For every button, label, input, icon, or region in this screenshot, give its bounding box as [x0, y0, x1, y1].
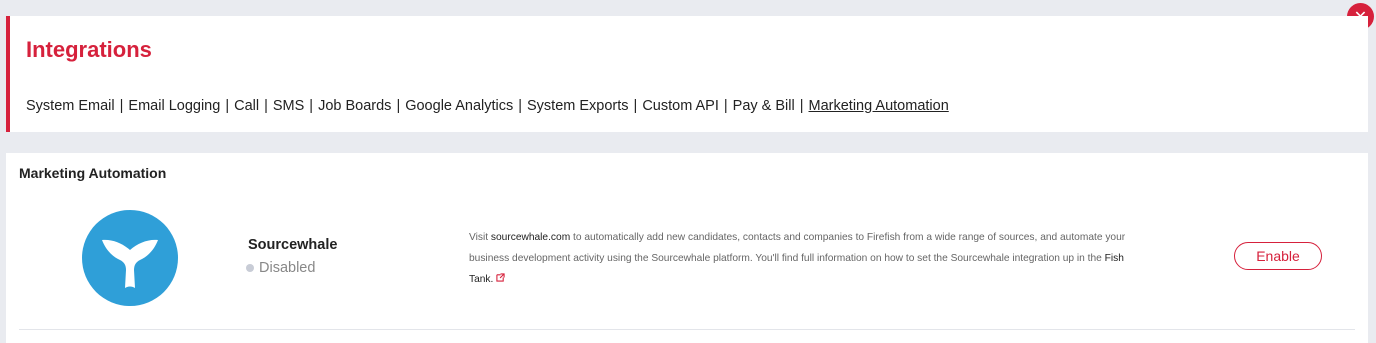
- content-panel: Marketing Automation Sourcewhale Disable…: [6, 153, 1368, 343]
- status-badge: Disabled: [246, 260, 315, 276]
- integration-description: Visit sourcewhale.com to automatically a…: [469, 227, 1149, 290]
- description-text-pre: Visit: [469, 232, 491, 243]
- integration-name: Sourcewhale: [248, 237, 338, 253]
- nav-separator: |: [518, 98, 523, 114]
- nav-separator: |: [309, 98, 314, 114]
- nav-separator: |: [723, 98, 728, 114]
- header-panel: Integrations System Email | Email Logging |…: [6, 16, 1368, 132]
- status-label: Disabled: [259, 260, 316, 276]
- nav-separator: |: [225, 98, 230, 114]
- nav-item-job-boards[interactable]: Job Boards: [318, 98, 391, 114]
- status-dot-icon: [246, 264, 254, 272]
- nav-item-custom-api[interactable]: Custom API: [642, 98, 719, 114]
- sourcewhale-link[interactable]: sourcewhale.com: [491, 232, 570, 243]
- nav-item-system-exports[interactable]: System Exports: [527, 98, 629, 114]
- nav-separator: |: [119, 98, 124, 114]
- nav-separator: |: [264, 98, 268, 114]
- enable-button[interactable]: Enable: [1234, 242, 1322, 270]
- integrations-nav: System Email | Email Logging | Call | SMS | Job …: [26, 98, 949, 114]
- section-title: Marketing Automation: [19, 165, 167, 181]
- nav-separator: |: [799, 98, 804, 114]
- nav-item-google-analytics[interactable]: Google Analytics: [405, 98, 513, 114]
- page-title: Integrations: [26, 37, 152, 62]
- nav-item-pay-bill[interactable]: Pay & Bill: [733, 98, 795, 114]
- nav-separator: |: [396, 98, 401, 114]
- nav-item-marketing-automation[interactable]: Marketing Automation: [809, 98, 949, 114]
- divider: [19, 329, 1355, 330]
- nav-item-system-email[interactable]: System Email: [26, 98, 115, 114]
- external-link-icon[interactable]: [496, 273, 505, 285]
- nav-separator: |: [633, 98, 638, 114]
- nav-item-call[interactable]: Call: [234, 98, 259, 114]
- sourcewhale-logo-icon: [82, 210, 178, 306]
- nav-item-sms[interactable]: SMS: [273, 98, 304, 114]
- nav-item-email-logging[interactable]: Email Logging: [128, 98, 220, 114]
